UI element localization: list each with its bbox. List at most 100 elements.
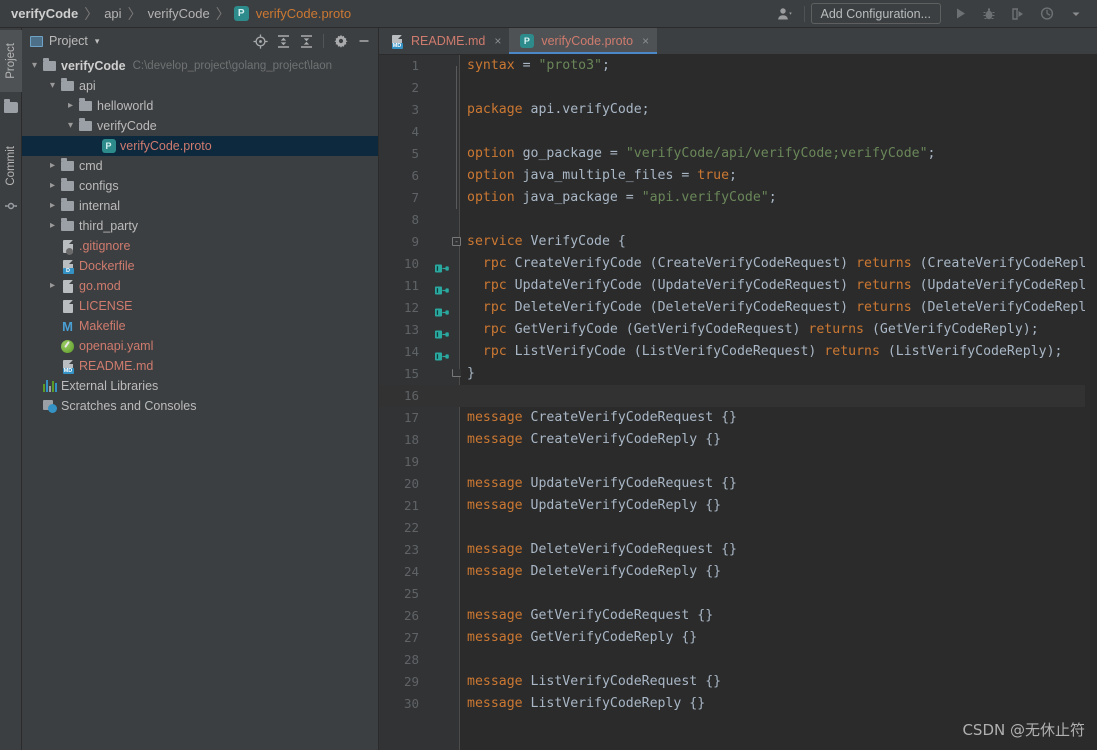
tree-node-api[interactable]: api <box>22 76 378 96</box>
tree-node-third-party[interactable]: third_party <box>22 216 378 236</box>
run-icon[interactable] <box>947 3 973 25</box>
chevron-down-icon[interactable]: ▾ <box>95 36 100 47</box>
code-editor[interactable]: 1 syntax = "proto3"; 2 3 package api.verifyC… <box>379 55 1097 750</box>
user-account-icon[interactable] <box>772 3 798 25</box>
fold-region-end-icon[interactable] <box>452 369 461 377</box>
debug-icon[interactable] <box>976 3 1002 25</box>
breadcrumb-item-file[interactable]: verifyCode.proto <box>254 6 353 21</box>
close-icon[interactable]: × <box>642 34 649 48</box>
code-line[interactable]: 23 message DeleteVerifyCodeRequest {} <box>379 539 1097 561</box>
chevron-right-icon[interactable] <box>46 281 59 291</box>
tree-node-verifycode-folder[interactable]: verifyCode <box>22 116 378 136</box>
editor-scrollbar[interactable] <box>1085 55 1097 750</box>
code-line[interactable]: 17 message CreateVerifyCodeRequest {} <box>379 407 1097 429</box>
code-line[interactable]: 9 - service VerifyCode { <box>379 231 1097 253</box>
chevron-right-icon[interactable] <box>46 161 59 171</box>
code-line[interactable]: 16 <box>379 385 1097 407</box>
code-line[interactable]: 28 <box>379 649 1097 671</box>
hide-panel-icon[interactable] <box>354 31 374 51</box>
breadcrumb-item-api[interactable]: api <box>102 6 123 21</box>
run-with-coverage-icon[interactable] <box>1005 3 1031 25</box>
code-line[interactable]: 8 <box>379 209 1097 231</box>
code-line[interactable]: 26 message GetVerifyCodeRequest {} <box>379 605 1097 627</box>
chevron-down-icon[interactable] <box>46 81 59 91</box>
add-configuration-button[interactable]: Add Configuration... <box>810 3 941 24</box>
code-line[interactable]: 13 rpc GetVerifyCode (GetVerifyCodeReque… <box>379 319 1097 341</box>
line-number: 10 <box>403 256 419 271</box>
code-line[interactable]: 22 <box>379 517 1097 539</box>
tree-node-internal[interactable]: internal <box>22 196 378 216</box>
code-line[interactable]: 7 option java_package = "api.verifyCode"; <box>379 187 1097 209</box>
code-line[interactable]: 27 message GetVerifyCodeReply {} <box>379 627 1097 649</box>
tree-node-helloworld[interactable]: helloworld <box>22 96 378 116</box>
code-line[interactable]: 3 package api.verifyCode; <box>379 99 1097 121</box>
chevron-down-icon[interactable] <box>64 121 77 131</box>
tree-node-makefile[interactable]: M Makefile <box>22 316 378 336</box>
tree-node-scratches-and-consoles[interactable]: Scratches and Consoles <box>22 396 378 416</box>
collapse-all-icon[interactable] <box>296 31 316 51</box>
code-line[interactable]: 30 message ListVerifyCodeReply {} <box>379 693 1097 715</box>
fold-collapse-icon[interactable]: - <box>452 237 461 246</box>
project-tree[interactable]: verifyCode C:\develop_project\golang_pro… <box>22 54 378 750</box>
code-line[interactable]: 10 rpc CreateVerifyCode (CreateVerifyCod… <box>379 253 1097 275</box>
grpc-endpoint-gutter-icon[interactable] <box>435 347 449 361</box>
code-line[interactable]: 5 option go_package = "verifyCode/api/ver… <box>379 143 1097 165</box>
grpc-endpoint-gutter-icon[interactable] <box>435 325 449 339</box>
code-line[interactable]: 2 <box>379 77 1097 99</box>
code-text: message CreateVerifyCodeReply {} <box>467 432 722 447</box>
folder-icon[interactable] <box>4 99 18 113</box>
code-line[interactable]: 29 message ListVerifyCodeRequest {} <box>379 671 1097 693</box>
tree-node-cmd[interactable]: cmd <box>22 156 378 176</box>
sidebar-tab-commit[interactable]: Commit <box>0 136 22 196</box>
chevron-right-icon[interactable] <box>46 221 59 231</box>
tree-node-license[interactable]: LICENSE <box>22 296 378 316</box>
tree-node-label: External Libraries <box>61 379 159 393</box>
code-line[interactable]: 4 <box>379 121 1097 143</box>
tree-node-readme-md[interactable]: MD README.md <box>22 356 378 376</box>
code-text: message GetVerifyCodeRequest {} <box>467 608 714 623</box>
code-line[interactable]: 25 <box>379 583 1097 605</box>
code-line[interactable]: 18 message CreateVerifyCodeReply {} <box>379 429 1097 451</box>
code-line[interactable]: 15} <box>379 363 1097 385</box>
tree-node-verifycode-root[interactable]: verifyCode C:\develop_project\golang_pro… <box>22 56 378 76</box>
code-line[interactable]: 11 rpc UpdateVerifyCode (UpdateVerifyCod… <box>379 275 1097 297</box>
tree-node-go-mod[interactable]: go.mod <box>22 276 378 296</box>
code-line[interactable]: 14 rpc ListVerifyCode (ListVerifyCodeReq… <box>379 341 1097 363</box>
code-line[interactable]: 1 syntax = "proto3"; <box>379 55 1097 77</box>
breadcrumb-item-verifycode[interactable]: verifyCode <box>146 6 212 21</box>
chevron-down-icon[interactable] <box>1063 3 1089 25</box>
grpc-endpoint-gutter-icon[interactable] <box>435 281 449 295</box>
editor-tab-readme[interactable]: MD README.md × <box>379 28 509 54</box>
code-line[interactable]: 12 rpc DeleteVerifyCode (DeleteVerifyCod… <box>379 297 1097 319</box>
close-icon[interactable]: × <box>494 34 501 48</box>
code-line[interactable]: 21 message UpdateVerifyCodeReply {} <box>379 495 1097 517</box>
line-number: 9 <box>411 234 419 249</box>
code-line[interactable]: 6 option java_multiple_files = true; <box>379 165 1097 187</box>
line-number: 14 <box>403 344 419 359</box>
code-line[interactable]: 24 message DeleteVerifyCodeReply {} <box>379 561 1097 583</box>
grpc-endpoint-gutter-icon[interactable] <box>435 259 449 273</box>
code-lines[interactable]: 1 syntax = "proto3"; 2 3 package api.verifyC… <box>379 55 1097 715</box>
code-line[interactable]: 19 <box>379 451 1097 473</box>
tree-node-verifycode-proto[interactable]: P verifyCode.proto <box>22 136 378 156</box>
locate-in-tree-icon[interactable] <box>250 31 270 51</box>
code-line[interactable]: 20 message UpdateVerifyCodeRequest {} <box>379 473 1097 495</box>
tree-node-configs[interactable]: configs <box>22 176 378 196</box>
tree-node-gitignore[interactable]: .gitignore <box>22 236 378 256</box>
chevron-right-icon[interactable] <box>46 181 59 191</box>
settings-gear-icon[interactable] <box>331 31 351 51</box>
sidebar-tab-project[interactable]: Project <box>0 30 22 92</box>
code-text: message ListVerifyCodeReply {} <box>467 696 706 711</box>
chevron-right-icon[interactable] <box>64 101 77 111</box>
tree-node-dockerfile[interactable]: D Dockerfile <box>22 256 378 276</box>
chevron-down-icon[interactable] <box>28 61 41 71</box>
grpc-endpoint-gutter-icon[interactable] <box>435 303 449 317</box>
chevron-right-icon[interactable] <box>46 201 59 211</box>
editor-tab-verifycode-proto[interactable]: P verifyCode.proto × <box>509 28 658 54</box>
breadcrumb-item-project[interactable]: verifyCode <box>9 6 80 21</box>
expand-all-icon[interactable] <box>273 31 293 51</box>
tree-node-openapi-yaml[interactable]: openapi.yaml <box>22 336 378 356</box>
profiler-icon[interactable] <box>1034 3 1060 25</box>
commit-node-icon[interactable] <box>5 200 17 212</box>
tree-node-external-libraries[interactable]: External Libraries <box>22 376 378 396</box>
